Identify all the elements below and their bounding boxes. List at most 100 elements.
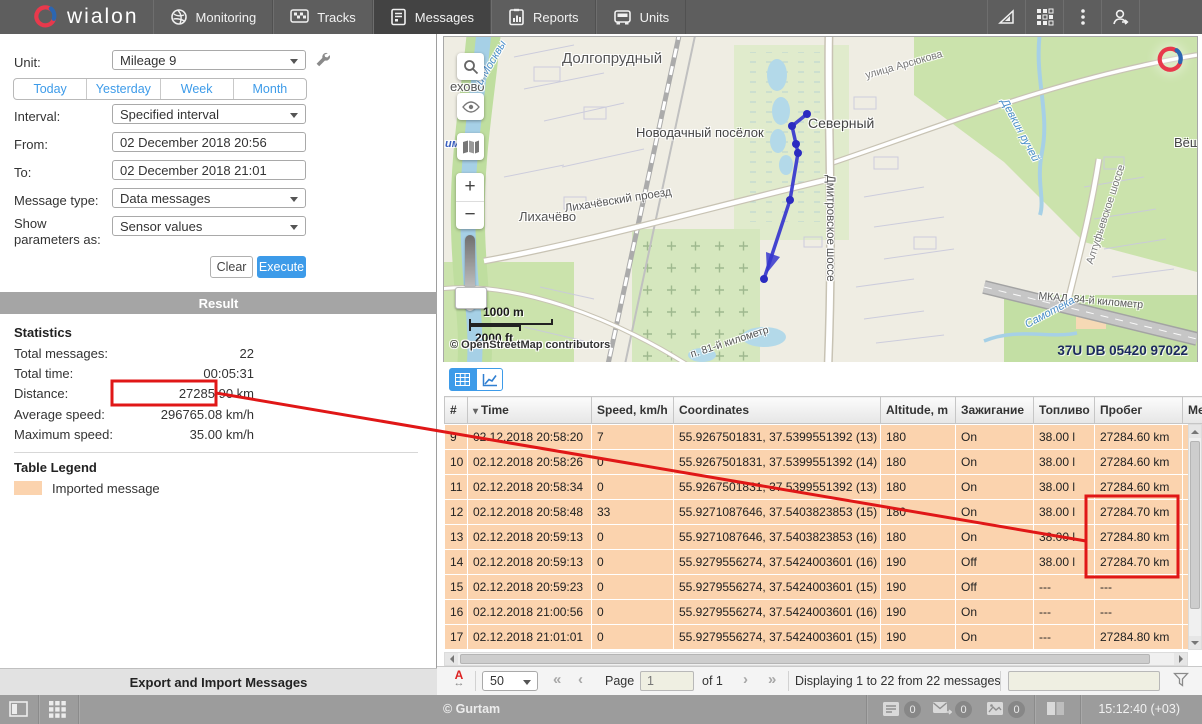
table-row[interactable]: 1102.12.2018 20:58:34055.9267501831, 37.… — [445, 475, 1189, 500]
tab-units[interactable]: Units — [596, 0, 687, 34]
apps-grid-button[interactable] — [1025, 0, 1063, 34]
copyright: © Gurtam — [443, 702, 500, 716]
tab-monitoring[interactable]: Monitoring — [153, 0, 274, 34]
execute-button[interactable]: Execute — [257, 256, 306, 278]
zoom-out-button[interactable]: − — [456, 202, 484, 230]
map-source-button[interactable] — [457, 133, 484, 160]
unit-select[interactable]: Mileage 9 — [112, 50, 306, 70]
table-row[interactable]: 1302.12.2018 20:59:13055.9271087646, 37.… — [445, 525, 1189, 550]
scroll-right-button[interactable] — [1174, 653, 1187, 665]
page-size-select[interactable]: 50 — [482, 671, 538, 691]
autofit-columns-button[interactable]: A ↔ — [448, 670, 470, 692]
map-visibility-button[interactable] — [457, 93, 484, 120]
scroll-left-button[interactable] — [445, 653, 458, 665]
from-label: From: — [14, 137, 48, 152]
prev-page-button[interactable]: ‹ — [578, 671, 583, 688]
next-page-button[interactable]: › — [743, 671, 748, 688]
col-fuel[interactable]: Топливо — [1034, 397, 1095, 424]
table-cell: 190 — [881, 575, 956, 600]
table-row[interactable]: 1002.12.2018 20:58:26055.9267501831, 37.… — [445, 450, 1189, 475]
table-cell: On — [956, 525, 1034, 550]
table-view-toggle[interactable] — [449, 368, 476, 391]
vertical-scroll-thumb[interactable] — [1190, 441, 1200, 609]
zoom-in-button[interactable]: + — [456, 173, 484, 202]
apps-grid-icon — [1036, 8, 1054, 26]
first-page-button[interactable]: « — [553, 671, 561, 688]
tab-tracks[interactable]: Tracks — [273, 0, 373, 34]
map-search-button[interactable] — [457, 53, 484, 80]
col-mileage[interactable]: Пробег — [1095, 397, 1183, 424]
table-row[interactable]: 1702.12.2018 21:01:01055.9279556274, 37.… — [445, 625, 1189, 650]
from-input[interactable] — [112, 132, 306, 152]
collapse-panel-button[interactable] — [9, 701, 28, 720]
scroll-up-button[interactable] — [1189, 425, 1201, 438]
export-import-button[interactable]: Export and Import Messages — [0, 668, 437, 695]
table-cell: On — [956, 475, 1034, 500]
notices-button[interactable] — [882, 701, 900, 720]
range-week[interactable]: Week — [161, 79, 234, 99]
col-time[interactable]: ▾Time — [468, 397, 592, 424]
routing-tool-button[interactable] — [987, 0, 1025, 34]
displaying-status: Displaying 1 to 22 from 22 messages — [795, 674, 1001, 688]
show-params-select[interactable]: Sensor values — [112, 216, 306, 236]
chart-view-toggle[interactable] — [476, 368, 503, 391]
table-cell: Off — [956, 575, 1034, 600]
table-cell: 02.12.2018 20:58:20 — [468, 425, 592, 450]
tab-reports[interactable]: Reports — [491, 0, 596, 34]
map-canvas[interactable]: ДолгопрудныйеховоНоводачный посёлокСевер… — [443, 36, 1198, 364]
table-cell: --- — [1034, 625, 1095, 650]
to-input[interactable] — [112, 160, 306, 180]
table-cell: 02.12.2018 21:00:56 — [468, 600, 592, 625]
scale-metric: 1000 m — [483, 305, 524, 319]
table-cell: 27284.80 km — [1095, 525, 1183, 550]
horizontal-scroll-thumb[interactable] — [460, 654, 1150, 664]
layout-panels-button[interactable] — [1046, 701, 1065, 719]
table-cell: 27284.60 km — [1095, 475, 1183, 500]
table-row[interactable]: 1502.12.2018 20:59:23055.9279556274, 37.… — [445, 575, 1189, 600]
wrench-icon[interactable] — [314, 51, 330, 72]
table-cell: --- — [1095, 575, 1183, 600]
vertical-scrollbar[interactable] — [1188, 424, 1202, 650]
mail-icon — [932, 701, 952, 716]
clear-button[interactable]: Clear — [210, 256, 253, 278]
page-number-input[interactable] — [640, 671, 694, 691]
col-number[interactable]: # — [445, 397, 468, 424]
photos-button[interactable] — [986, 701, 1004, 719]
col-speed[interactable]: Speed, km/h — [592, 397, 674, 424]
col-coordinates[interactable]: Coordinates — [674, 397, 881, 424]
interval-select[interactable]: Specified interval — [112, 104, 306, 124]
unit-label: Unit: — [14, 55, 41, 70]
more-menu-button[interactable] — [1063, 0, 1101, 34]
table-cell: --- — [1034, 575, 1095, 600]
driver-messages-button[interactable] — [932, 701, 952, 719]
table-row[interactable]: 902.12.2018 20:58:20755.9267501831, 37.5… — [445, 425, 1189, 450]
stat-label: Average speed: — [14, 407, 124, 422]
wialon-brand[interactable]: wialon — [0, 0, 153, 34]
tab-label: Monitoring — [196, 10, 257, 25]
col-altitude[interactable]: Altitude, m — [881, 397, 956, 424]
range-today[interactable]: Today — [14, 79, 87, 99]
scroll-down-button[interactable] — [1189, 636, 1201, 649]
col-ignition[interactable]: Зажигание — [956, 397, 1034, 424]
filter-input[interactable] — [1008, 671, 1160, 691]
horizontal-scrollbar[interactable] — [444, 652, 1188, 666]
table-cell: 55.9267501831, 37.5399551392 (13) — [674, 425, 881, 450]
tab-messages[interactable]: Messages — [373, 0, 491, 34]
stat-label: Maximum speed: — [14, 427, 124, 442]
table-row[interactable]: 1402.12.2018 20:59:13055.9279556274, 37.… — [445, 550, 1189, 575]
table-row[interactable]: 1602.12.2018 21:00:56055.9279556274, 37.… — [445, 600, 1189, 625]
user-logout-button[interactable] — [1101, 0, 1140, 34]
range-month[interactable]: Month — [234, 79, 306, 99]
autofit-arrows-icon: ↔ — [448, 678, 470, 688]
range-yesterday[interactable]: Yesterday — [87, 79, 160, 99]
message-type-select[interactable]: Data messages — [112, 188, 306, 208]
col-clipped[interactable]: Me — [1183, 397, 1202, 424]
bottom-apps-grid-button[interactable] — [49, 701, 66, 721]
last-page-button[interactable]: » — [768, 671, 776, 688]
photos-count-badge: 0 — [1008, 701, 1025, 718]
page-label: Page — [605, 674, 634, 688]
stat-label: Total messages: — [14, 346, 124, 361]
filter-funnel-icon[interactable] — [1173, 672, 1189, 691]
statistics-title: Statistics — [14, 325, 72, 340]
table-row[interactable]: 1202.12.2018 20:58:483355.9271087646, 37… — [445, 500, 1189, 525]
